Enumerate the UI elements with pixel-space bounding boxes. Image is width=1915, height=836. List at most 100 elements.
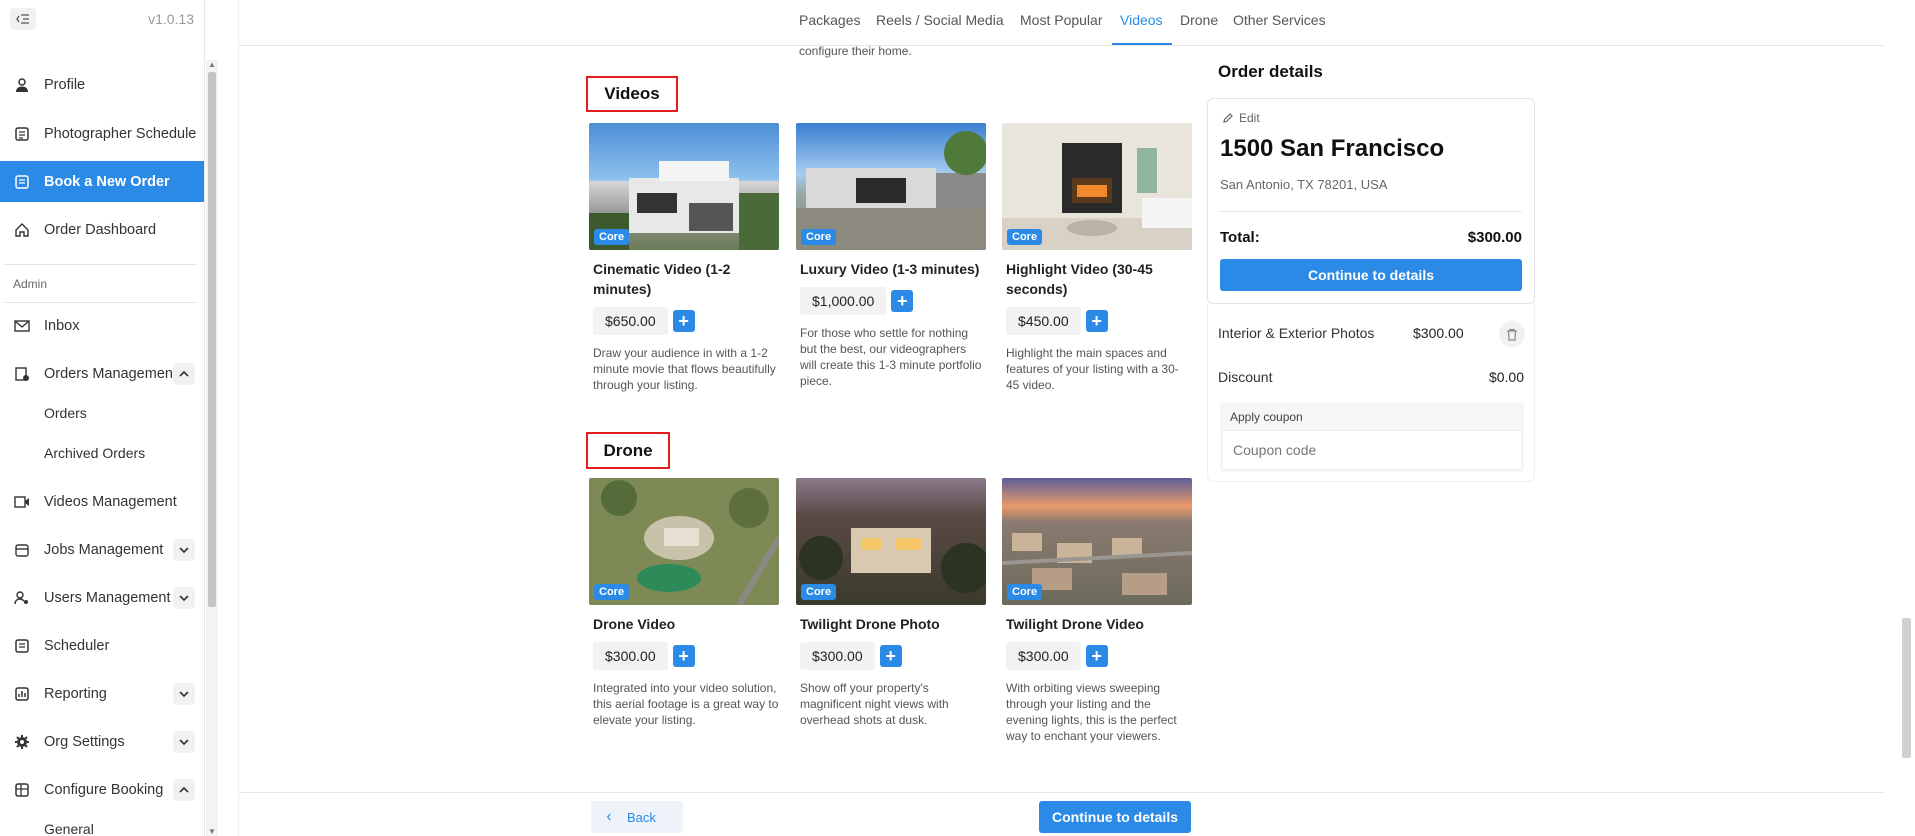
section-title-drone: Drone	[586, 432, 670, 469]
home-icon	[12, 220, 32, 240]
price-row: $300.00 +	[796, 642, 986, 670]
scroll-down-arrow-icon[interactable]: ▼	[208, 827, 216, 836]
continue-to-details-button-bottom[interactable]: Continue to details	[1039, 801, 1191, 833]
page-scrollbar[interactable]	[1898, 0, 1915, 836]
sidebar-item-label: Order Dashboard	[44, 221, 157, 238]
sidebar-subitem-orders[interactable]: Orders	[44, 405, 87, 421]
product-image[interactable]: Core	[1002, 123, 1192, 250]
product-description: Show off your property's magnificent nig…	[800, 681, 949, 727]
line-item-value: $300.00	[1413, 325, 1464, 341]
chevron-down-icon[interactable]	[173, 730, 195, 753]
add-to-order-button[interactable]: +	[1085, 645, 1108, 667]
sidebar-item-label: Jobs Management	[44, 541, 164, 558]
product-card-twilight-drone-video[interactable]: Core Twilight Drone Video $300.00 + With…	[1002, 478, 1192, 744]
product-description: With orbiting views sweeping through you…	[1006, 681, 1177, 743]
collapse-icon	[16, 14, 29, 24]
sidebar-item-orders-management[interactable]: Orders Management	[0, 353, 204, 394]
add-to-order-button[interactable]: +	[879, 645, 902, 667]
product-title: Highlight Video (30-45 seconds)	[1006, 261, 1153, 297]
order-summary-card: Edit 1500 San Francisco San Antonio, TX …	[1207, 98, 1535, 304]
admin-section-label: Admin	[13, 277, 48, 291]
tab-reels-social-media[interactable]: Reels / Social Media	[876, 12, 1004, 28]
sidebar-item-scheduler[interactable]: Scheduler	[0, 625, 204, 666]
sidebar-item-photographer-schedule[interactable]: Photographer Schedule	[0, 113, 204, 154]
sidebar-scrollbar[interactable]: ▲ ▼	[206, 60, 218, 836]
add-to-order-button[interactable]: +	[1085, 310, 1108, 332]
product-card-cinematic-video[interactable]: Core Cinematic Video (1-2 minutes) $650.…	[589, 123, 779, 393]
sidebar-subitem-general[interactable]: General	[44, 821, 94, 836]
users-icon	[12, 588, 32, 608]
sidebar-item-reporting[interactable]: Reporting	[0, 673, 204, 714]
sidebar-item-label: Inbox	[44, 317, 80, 334]
page-scrollbar-thumb[interactable]	[1902, 618, 1911, 758]
sidebar-item-order-dashboard[interactable]: Order Dashboard	[0, 209, 204, 250]
price-row: $1,000.00 +	[796, 287, 986, 315]
product-image[interactable]: Core	[796, 123, 986, 250]
tab-other-services[interactable]: Other Services	[1233, 12, 1326, 28]
sidebar-item-book-new-order[interactable]: Book a New Order	[0, 161, 204, 202]
back-label: Back	[627, 809, 656, 825]
product-title: Twilight Drone Video	[1006, 616, 1144, 632]
price-row: $300.00 +	[589, 642, 779, 670]
product-image[interactable]: Core	[589, 123, 779, 250]
edit-label: Edit	[1239, 111, 1260, 125]
scroll-up-arrow-icon[interactable]: ▲	[208, 60, 216, 69]
sidebar-divider	[5, 264, 197, 265]
sidebar-item-inbox[interactable]: Inbox	[0, 305, 204, 346]
order-details-heading: Order details	[1218, 62, 1323, 81]
discount-value: $0.00	[1488, 369, 1524, 385]
tab-drone[interactable]: Drone	[1180, 12, 1218, 28]
sidebar-item-profile[interactable]: Profile	[0, 64, 204, 105]
chevron-down-icon[interactable]	[173, 682, 195, 705]
chevron-up-icon[interactable]	[173, 778, 195, 801]
sidebar-item-label: Profile	[44, 76, 86, 93]
sidebar-scrollbar-thumb[interactable]	[208, 72, 216, 607]
price-row: $300.00 +	[1002, 642, 1192, 670]
chevron-down-icon[interactable]	[173, 586, 195, 609]
chevron-up-icon[interactable]	[173, 362, 195, 385]
sidebar-header: v1.0.13	[0, 0, 204, 40]
product-image[interactable]: Core	[1002, 478, 1192, 605]
sidebar-item-configure-booking[interactable]: Configure Booking	[0, 769, 204, 810]
edit-address-link[interactable]: Edit	[1222, 111, 1260, 125]
chevron-down-icon[interactable]	[173, 538, 195, 561]
total-label: Total:	[1220, 229, 1260, 246]
tab-most-popular[interactable]: Most Popular	[1020, 12, 1102, 28]
tab-videos[interactable]: Videos	[1120, 12, 1163, 28]
plus-icon: +	[678, 645, 689, 666]
sidebar-item-label: Configure Booking	[44, 781, 164, 798]
add-to-order-button[interactable]: +	[672, 310, 695, 332]
product-image[interactable]: Core	[796, 478, 986, 605]
collapse-sidebar-button[interactable]	[10, 8, 36, 30]
plus-icon: +	[1091, 310, 1102, 331]
remove-line-item-button[interactable]	[1499, 321, 1525, 347]
tab-packages[interactable]: Packages	[799, 12, 860, 28]
product-price: $300.00	[800, 642, 875, 670]
product-title: Drone Video	[593, 616, 676, 632]
product-price: $1,000.00	[800, 287, 887, 315]
plus-icon: +	[678, 310, 689, 331]
mail-icon	[12, 316, 32, 336]
product-image[interactable]: Core	[589, 478, 779, 605]
add-to-order-button[interactable]: +	[891, 290, 914, 312]
coupon-label: Apply coupon	[1230, 410, 1303, 424]
coupon-code-input[interactable]	[1222, 430, 1522, 470]
sidebar-item-label: Scheduler	[44, 637, 110, 654]
product-card-twilight-drone-photo[interactable]: Core Twilight Drone Photo $300.00 + Show…	[796, 478, 986, 728]
product-card-luxury-video[interactable]: Core Luxury Video (1-3 minutes) $1,000.0…	[796, 123, 986, 389]
video-icon	[12, 492, 32, 512]
product-card-drone-video[interactable]: Core Drone Video $300.00 + Integrated in…	[589, 478, 779, 728]
sidebar-item-users-management[interactable]: Users Management	[0, 577, 204, 618]
sidebar-item-label: Photographer Schedule	[44, 125, 197, 142]
order-line-items: Interior & Exterior Photos $300.00 Disco…	[1207, 304, 1535, 482]
back-button[interactable]: ‹ Back	[591, 801, 683, 833]
sidebar-subitem-archived-orders[interactable]: Archived Orders	[44, 445, 145, 461]
continue-to-details-button[interactable]: Continue to details	[1220, 259, 1522, 291]
sidebar-item-org-settings[interactable]: Org Settings	[0, 721, 204, 762]
add-to-order-button[interactable]: +	[672, 645, 695, 667]
product-card-highlight-video[interactable]: Core Highlight Video (30-45 seconds) $45…	[1002, 123, 1192, 393]
sidebar-item-videos-management[interactable]: Videos Management	[0, 481, 204, 522]
product-price: $300.00	[593, 642, 668, 670]
sidebar-item-jobs-management[interactable]: Jobs Management	[0, 529, 204, 570]
core-badge: Core	[594, 229, 630, 245]
